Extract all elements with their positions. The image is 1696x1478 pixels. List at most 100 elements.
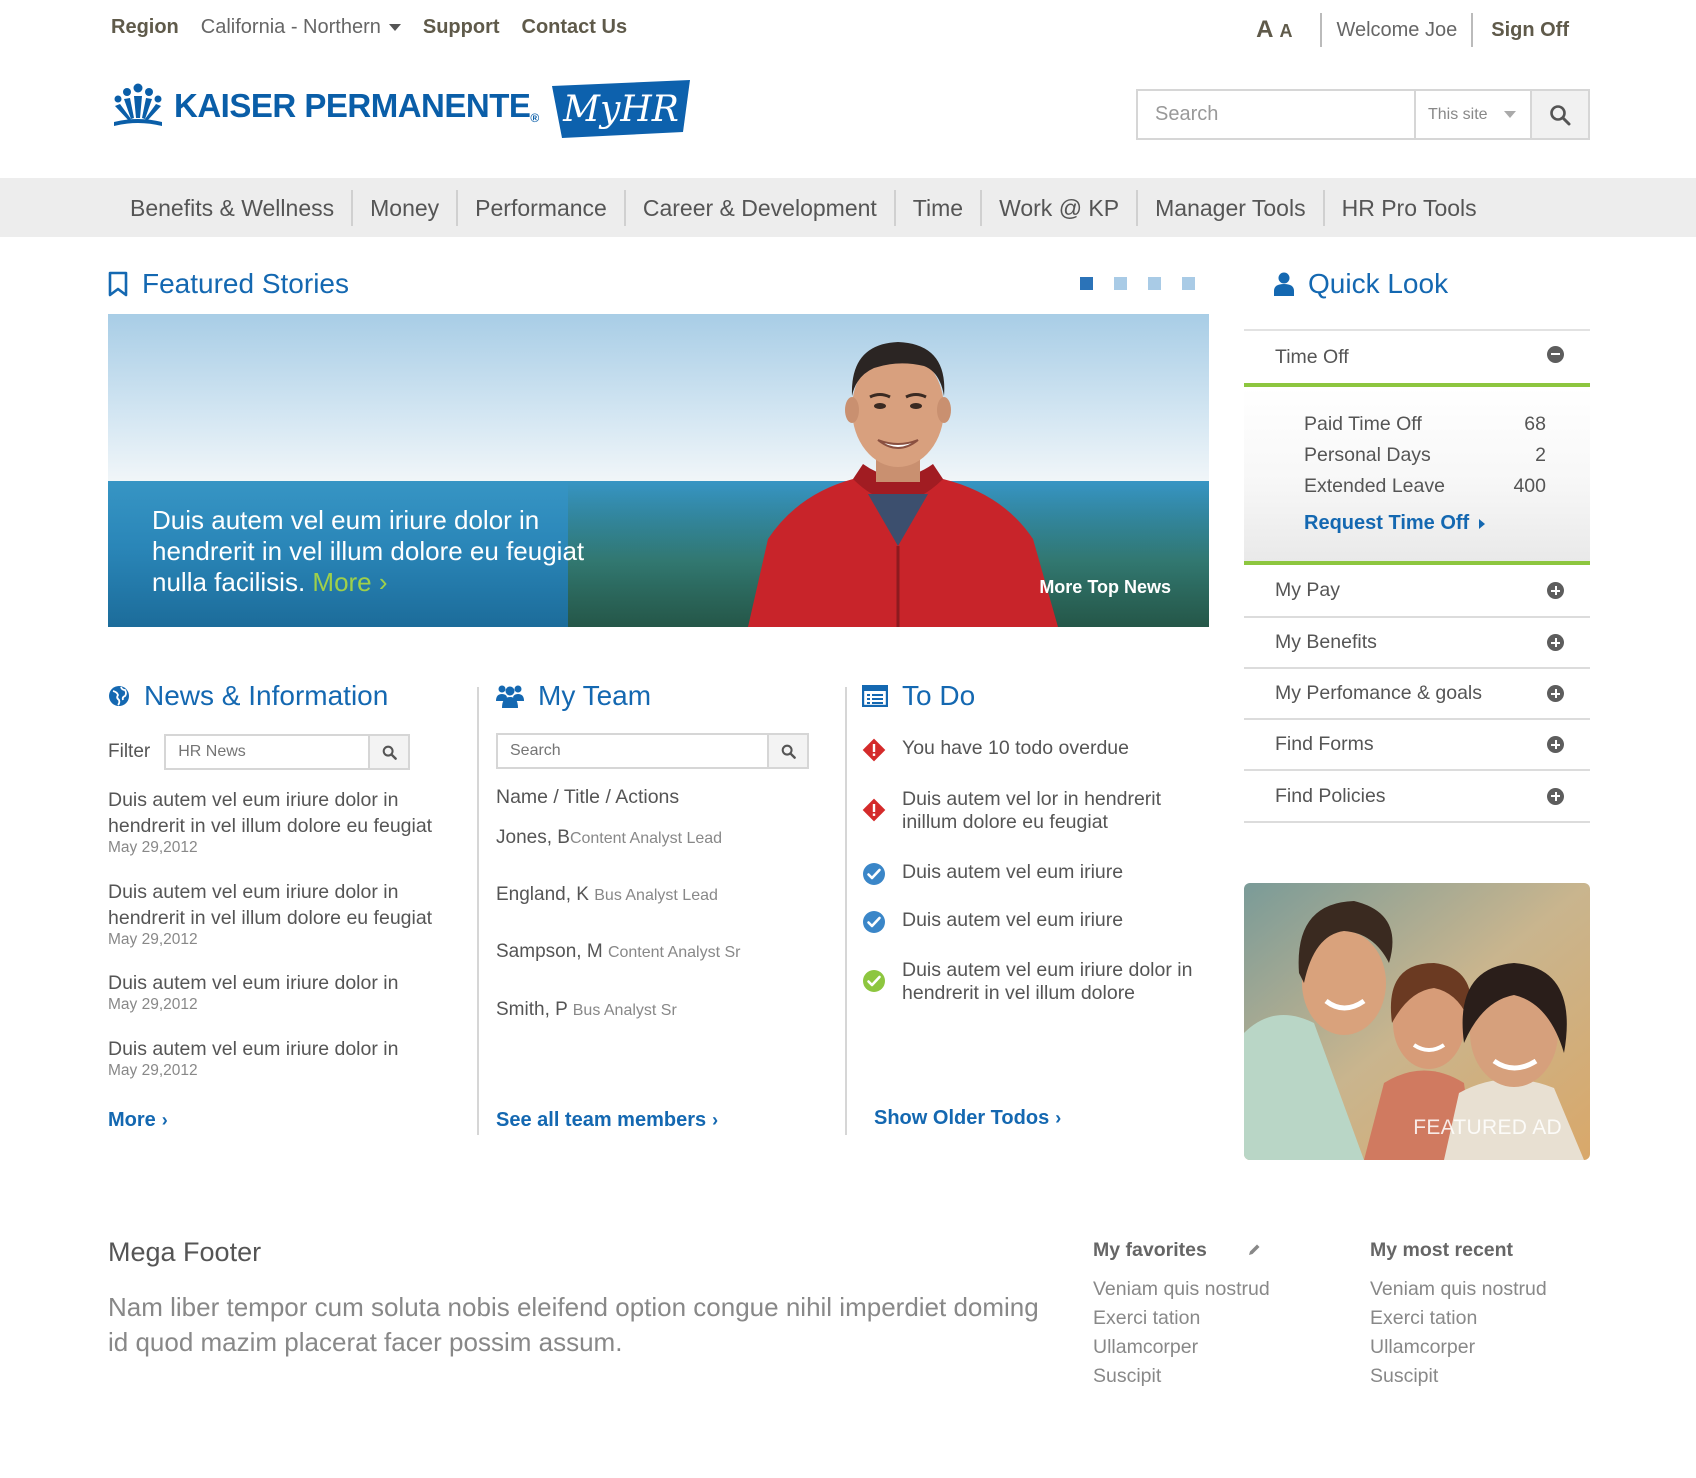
nav-item-money[interactable]: Money — [351, 189, 456, 226]
featured-story-banner[interactable]: Duis autem vel eum iriure dolor in hendr… — [108, 314, 1209, 627]
chevron-right-icon: › — [161, 1110, 168, 1130]
pencil-icon[interactable] — [1247, 1243, 1261, 1257]
check-circle-icon — [863, 863, 885, 885]
accordion-header-my-performance[interactable]: My Perfomance & goals — [1244, 667, 1590, 718]
nav-item-hr-pro-tools[interactable]: HR Pro Tools — [1322, 189, 1494, 226]
contact-link[interactable]: Contact Us — [522, 16, 628, 39]
time-off-value: 2 — [1535, 444, 1546, 466]
news-item-text: Duis autem vel eum iriure dolor in — [108, 1038, 399, 1060]
recent-link[interactable]: Exerci tation — [1370, 1304, 1547, 1333]
accordion-header-time-off[interactable]: Time Off — [1244, 329, 1590, 383]
request-time-off-link[interactable]: Request Time Off — [1304, 512, 1546, 535]
kaiser-logo[interactable]: KAISER PERMANENTE® — [112, 82, 539, 130]
news-item[interactable]: Duis autem vel eum iriure dolor in hendr… — [108, 787, 480, 857]
utility-bar: Region California - Northern Support Con… — [0, 0, 1696, 60]
time-off-label: Extended Leave — [1304, 475, 1445, 497]
nav-item-work-kp[interactable]: Work @ KP — [980, 189, 1136, 226]
sign-off-link[interactable]: Sign Off — [1473, 19, 1569, 42]
team-member-row[interactable]: Smith, P Bus Analyst Sr — [496, 999, 677, 1021]
show-older-todos-link[interactable]: Show Older Todos › — [874, 1107, 1061, 1130]
accordion-label: Time Off — [1275, 345, 1349, 368]
carousel-pagination — [1080, 277, 1195, 290]
team-member-role: Bus Analyst Sr — [572, 1002, 677, 1019]
brand-name: KAISER PERMANENTE® — [174, 87, 539, 125]
hero-more-link[interactable]: More › — [312, 567, 387, 597]
text-size-small-button[interactable]: A — [1279, 21, 1292, 42]
see-all-team-link[interactable]: See all team members › — [496, 1109, 718, 1132]
plus-circle-icon[interactable] — [1547, 685, 1564, 702]
news-heading: News & Information — [108, 680, 388, 712]
news-item[interactable]: Duis autem vel eum iriure dolor in hendr… — [108, 879, 480, 949]
carousel-dot[interactable] — [1114, 277, 1127, 290]
news-item[interactable]: Duis autem vel eum iriure dolor in May 2… — [108, 970, 480, 1014]
quicklook-heading: Quick Look — [1274, 268, 1448, 300]
nav-item-time[interactable]: Time — [893, 189, 980, 226]
todo-item[interactable]: Duis autem vel lor in hendrerit inillum … — [862, 788, 1212, 834]
nav-item-performance[interactable]: Performance — [456, 189, 624, 226]
accordion-header-find-policies[interactable]: Find Policies — [1244, 769, 1590, 823]
time-off-value: 68 — [1524, 413, 1546, 435]
favorite-link[interactable]: Suscipit — [1093, 1362, 1270, 1391]
carousel-dot[interactable] — [1182, 277, 1195, 290]
recent-link[interactable]: Veniam quis nostrud — [1370, 1275, 1547, 1304]
nav-item-manager-tools[interactable]: Manager Tools — [1136, 189, 1322, 226]
news-title: News & Information — [144, 680, 389, 711]
news-more-link[interactable]: More › — [108, 1109, 168, 1132]
favorite-link[interactable]: Exerci tation — [1093, 1304, 1270, 1333]
news-item[interactable]: Duis autem vel eum iriure dolor in May 2… — [108, 1036, 480, 1080]
accordion-header-my-benefits[interactable]: My Benefits — [1244, 616, 1590, 667]
hero-caption: Duis autem vel eum iriure dolor in hendr… — [152, 505, 592, 598]
news-item-date: May 29,2012 — [108, 839, 198, 856]
search-scope-select[interactable]: This site — [1414, 91, 1530, 138]
recent-link[interactable]: Suscipit — [1370, 1362, 1547, 1391]
accordion-label: Find Policies — [1275, 784, 1386, 807]
carousel-dot[interactable] — [1148, 277, 1161, 290]
search-input[interactable] — [1138, 91, 1414, 138]
plus-circle-icon[interactable] — [1547, 736, 1564, 753]
site-search: This site — [1136, 89, 1590, 140]
nav-item-career[interactable]: Career & Development — [623, 189, 894, 226]
team-member-name: Jones, B — [496, 827, 570, 848]
news-filter-button[interactable] — [368, 736, 409, 768]
favorite-link[interactable]: Ullamcorper — [1093, 1333, 1270, 1362]
recent-link[interactable]: Ullamcorper — [1370, 1333, 1547, 1362]
team-search-input[interactable] — [498, 735, 767, 767]
alert-icon — [862, 738, 886, 762]
search-button[interactable] — [1529, 91, 1588, 138]
accordion-header-find-forms[interactable]: Find Forms — [1244, 718, 1590, 769]
footer-recent: My most recent Veniam quis nostrud Exerc… — [1370, 1237, 1547, 1391]
team-member-row[interactable]: Jones, BContent Analyst Lead — [496, 827, 722, 849]
nav-item-benefits[interactable]: Benefits & Wellness — [111, 190, 351, 226]
favorites-title: My favorites — [1093, 1238, 1207, 1261]
accordion-header-my-pay[interactable]: My Pay — [1244, 565, 1590, 616]
news-filter-input[interactable] — [166, 736, 369, 768]
region-value: California - Northern — [200, 16, 381, 38]
todo-item[interactable]: Duis autem vel eum iriure — [862, 909, 1212, 934]
filter-label: Filter — [108, 741, 151, 762]
plus-circle-icon[interactable] — [1547, 634, 1564, 651]
todo-item[interactable]: You have 10 todo overdue — [862, 737, 1212, 762]
team-member-row[interactable]: Sampson, M Content Analyst Sr — [496, 941, 740, 963]
myhr-logo[interactable]: MyHR — [552, 80, 690, 138]
support-link[interactable]: Support — [423, 16, 500, 39]
plus-circle-icon[interactable] — [1547, 582, 1564, 599]
minus-circle-icon[interactable] — [1547, 345, 1564, 363]
featured-ad[interactable]: FEATURED AD — [1244, 883, 1590, 1160]
text-size-large-button[interactable]: A — [1256, 16, 1273, 44]
todo-item[interactable]: Duis autem vel eum iriure — [862, 861, 1212, 886]
todo-item[interactable]: Duis autem vel eum iriure dolor in hendr… — [862, 959, 1212, 1005]
favorite-link[interactable]: Veniam quis nostrud — [1093, 1275, 1270, 1304]
team-member-row[interactable]: England, K Bus Analyst Lead — [496, 884, 718, 906]
news-more-label: More — [108, 1109, 156, 1131]
region-selector[interactable]: California - Northern — [201, 16, 401, 39]
chevron-right-icon: › — [712, 1110, 719, 1130]
plus-circle-icon[interactable] — [1547, 787, 1564, 805]
chevron-down-icon — [1503, 111, 1516, 118]
team-search-button[interactable] — [767, 735, 807, 767]
main-nav: Benefits & Wellness Money Performance Ca… — [0, 178, 1696, 237]
accordion-label: Find Forms — [1275, 733, 1374, 755]
carousel-dot[interactable] — [1080, 277, 1093, 290]
more-top-news-link[interactable]: More Top News — [1039, 577, 1171, 598]
column-divider — [477, 687, 479, 1135]
news-filter-box — [164, 734, 411, 770]
